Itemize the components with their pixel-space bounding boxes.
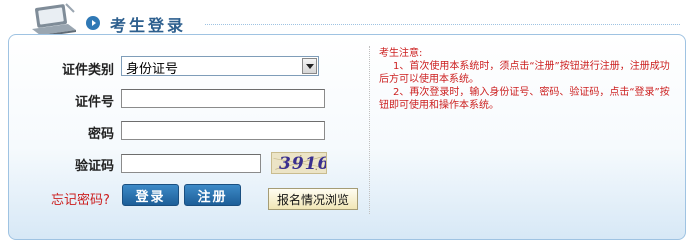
login-page: 考生登录 证件类别 身份证号 证件号 密码 验证码 3916 忘记密码? 登录 … (0, 0, 696, 248)
id-number-input[interactable] (121, 89, 325, 108)
browse-registration-button[interactable]: 报名情况浏览 (268, 188, 358, 210)
login-button[interactable]: 登录 (122, 184, 179, 206)
captcha-label: 验证码 (74, 159, 114, 174)
id-number-label: 证件号 (74, 95, 114, 110)
password-input[interactable] (121, 121, 325, 140)
chevron-down-icon[interactable] (302, 58, 317, 74)
captcha-image[interactable]: 3916 (271, 152, 327, 174)
id-type-label: 证件类别 (61, 63, 114, 78)
id-type-select[interactable]: 身份证号 (121, 56, 319, 77)
laptop-icon (32, 3, 76, 37)
notice-item-1: 1、首次使用本系统时，须点击“注册”按钮进行注册，注册成功后方可以使用本系统。 (379, 61, 670, 85)
register-button[interactable]: 注册 (184, 184, 241, 206)
notice-box: 考生注意: 1、首次使用本系统时，须点击“注册”按钮进行注册，注册成功后方可以使… (379, 47, 679, 112)
header-divider (205, 24, 680, 25)
captcha-code: 3916 (279, 154, 327, 174)
captcha-input[interactable] (121, 154, 261, 173)
section-bullet-icon (86, 16, 100, 30)
id-type-selected-value: 身份证号 (126, 62, 179, 77)
notice-heading: 考生注意: (379, 48, 423, 59)
password-label: 密码 (87, 127, 114, 142)
page-title: 考生登录 (110, 16, 187, 35)
vertical-divider (369, 46, 370, 214)
notice-item-2: 2、再次登录时，输入身份证号、密码、验证码，点击“登录”按钮即可使用和操作本系统… (379, 87, 670, 111)
forgot-password-link[interactable]: 忘记密码? (51, 189, 110, 208)
